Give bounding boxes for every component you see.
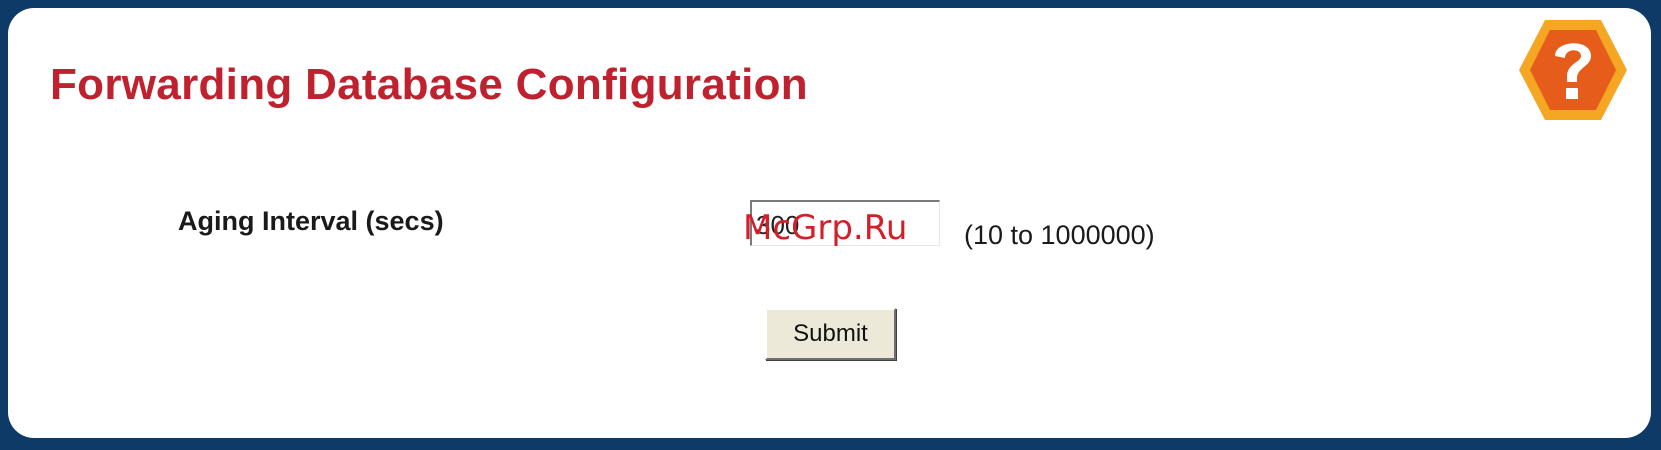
help-question-icon[interactable] <box>1517 14 1629 126</box>
aging-interval-label: Aging Interval (secs) <box>178 206 444 236</box>
submit-button[interactable]: Submit <box>765 308 896 360</box>
help-hexagon-graphic <box>1519 20 1627 120</box>
aging-interval-input[interactable] <box>750 200 940 246</box>
page-title: Forwarding Database Configuration <box>50 60 808 109</box>
main-panel: Forwarding Database Configuration Aging … <box>8 8 1651 438</box>
aging-interval-range-hint: (10 to 1000000) <box>964 220 1155 250</box>
